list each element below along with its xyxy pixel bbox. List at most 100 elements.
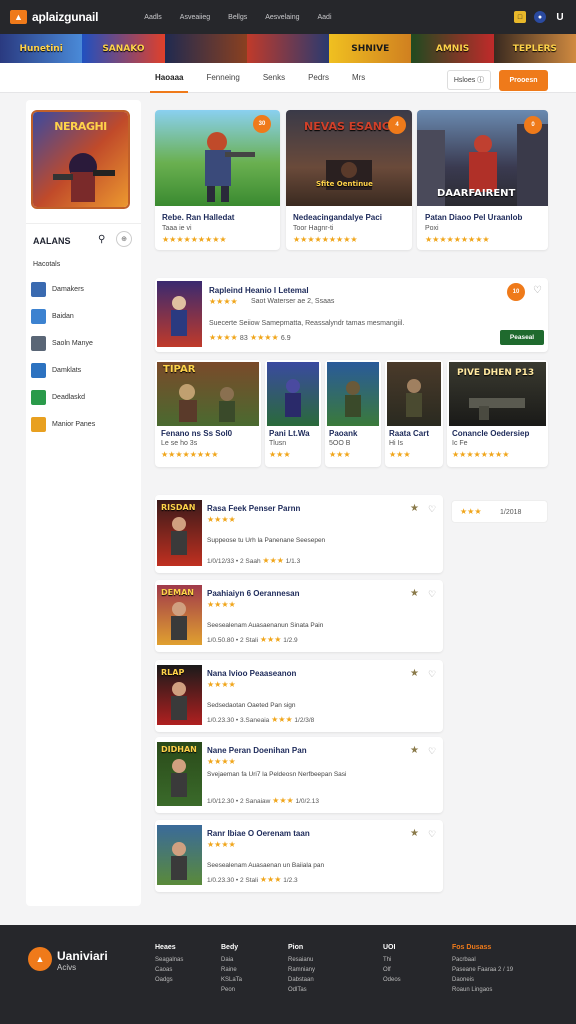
bookmark-star-icon[interactable]: ★ <box>410 668 419 679</box>
list-row[interactable]: RLAP Nana Ivioo Peaaseanon ★★★★ Sedsedaotan… <box>155 660 443 732</box>
tab-pedrs[interactable]: Pedrs <box>303 63 334 93</box>
sidebar-item[interactable]: Damakers <box>31 280 131 298</box>
list-row[interactable]: Ranr Ibiae O Oerenam taan ★★★★ Seesealenam… <box>155 820 443 892</box>
primary-button[interactable]: Prooesn <box>499 70 548 91</box>
tab-trending[interactable]: Fenneing <box>201 63 244 93</box>
game-card[interactable]: NEVAS ESANCE Sfite Oentinue 4 Nedeacinga… <box>286 110 412 250</box>
footer-link[interactable]: OdlTas <box>288 987 315 993</box>
bookmark-star-icon[interactable]: ★ <box>410 503 419 514</box>
footer-link[interactable]: Roaun Lingaos <box>452 987 513 993</box>
footer-link[interactable]: Raine <box>221 967 242 973</box>
list-row-meta: 1/0.23.30 • 2 Stali ★★★ 1/2.3 <box>207 875 298 884</box>
star-rating: ★★★★ <box>207 840 236 849</box>
heart-icon[interactable]: ♡ <box>428 589 436 600</box>
list-row-title: Paahiaiyn 6 Oerannesan <box>207 589 300 598</box>
footer-brand: Uaniviari <box>57 949 108 963</box>
list-row[interactable]: RISDAN Rasa Feek Penser Parnn ★★★★ Suppeose… <box>155 495 443 573</box>
heart-icon[interactable]: ♡ <box>428 669 436 680</box>
footer-link[interactable]: Paseane Faaraa 2 / 19 <box>452 967 513 973</box>
top-nav-item[interactable]: Aadls <box>144 14 162 21</box>
game-logo-sub: Sfite Oentinue <box>316 180 373 188</box>
sidebar-item[interactable]: Baidan <box>31 307 131 325</box>
list-row-num: 1/2.3 <box>283 877 298 884</box>
footer-link[interactable]: Peon <box>221 987 242 993</box>
footer-link[interactable]: Ramniany <box>288 967 315 973</box>
game-logo-text: DIDHAN <box>161 745 197 754</box>
heart-icon[interactable]: ♡ <box>428 504 436 515</box>
game-subtitle: 5OO B <box>329 440 351 447</box>
footer-link[interactable]: Daia <box>221 957 242 963</box>
sidebar-item[interactable]: Saoln Manye <box>31 334 131 352</box>
footer-link[interactable]: Oadgs <box>155 977 183 983</box>
footer-link[interactable]: Odeos <box>383 977 401 983</box>
game-title: Paoank <box>329 429 358 438</box>
bookmark-star-icon[interactable]: ★ <box>410 828 419 839</box>
logo[interactable]: ▲ aplaizgunail <box>10 10 98 24</box>
banner-segment: AMNIS <box>411 34 494 63</box>
rating-widget[interactable]: ★★★ 1/2018 <box>451 500 548 523</box>
top-nav-item[interactable]: Aesvelaing <box>265 14 299 21</box>
heart-icon[interactable]: ♡ <box>428 746 436 757</box>
top-nav-item[interactable]: Bellgs <box>228 14 247 21</box>
featured-row[interactable]: Rapleind Heanio I Letemal ★★★★ Saot Wate… <box>155 278 548 352</box>
heart-icon[interactable]: ♡ <box>533 285 542 296</box>
list-row[interactable]: DIDHAN Nane Peran Doenihan Pan ★★★★ Svejaem… <box>155 737 443 813</box>
search-icon[interactable]: ⚲ <box>98 234 105 245</box>
tab-mrs[interactable]: Mrs <box>347 63 370 93</box>
top-nav-item[interactable]: Aadi <box>317 14 331 21</box>
notification-icon[interactable]: □ <box>514 11 526 23</box>
list-row-date: 1/0.23.30 • 3.Saneaia <box>207 717 270 724</box>
heart-icon[interactable]: ♡ <box>428 829 436 840</box>
play-button[interactable]: Peaseal <box>500 330 544 345</box>
list-row-meta: 1/0.23.30 • 3.Saneaia ★★★ 1/2/3/8 <box>207 715 315 724</box>
filter-icon[interactable]: ⊕ <box>116 231 132 247</box>
footer-link[interactable]: Daoneis <box>452 977 513 983</box>
footer-link[interactable]: Seagalnas <box>155 957 183 963</box>
game-card[interactable]: Pani Lt.Wa Tlusn ★★★ <box>265 360 321 467</box>
sidebar-item[interactable]: Damklats <box>31 361 131 379</box>
tab-sales[interactable]: Senks <box>258 63 290 93</box>
footer-link[interactable]: Thi <box>383 957 401 963</box>
banner-segment <box>164 34 247 63</box>
footer-column: Fos Dusass Pacrbaal Paseane Faaraa 2 / 19 D… <box>452 944 513 997</box>
user-icon[interactable]: U <box>554 11 566 23</box>
tab-home[interactable]: Haoaaa <box>150 63 189 93</box>
banner-segment: TEPLERS <box>493 34 576 63</box>
bookmark-star-icon[interactable]: ★ <box>410 588 419 599</box>
globe-icon[interactable]: ● <box>534 11 546 23</box>
sidebar-item[interactable]: Manior Panes <box>31 415 131 433</box>
game-card[interactable]: 30 Rebe. Ran Halledat Taaa ie vi ★★★★★★★… <box>155 110 280 250</box>
logo-text: aplaizgunail <box>32 10 99 24</box>
game-subtitle: Ic Fe <box>452 440 468 447</box>
footer-link[interactable]: Caoas <box>155 967 183 973</box>
footer-column: Bedy Daia Raine KSLaTa Peon <box>221 944 242 997</box>
game-card[interactable]: PIVE DHEN P13 Conancle Oedersiep Ic Fe ★… <box>447 360 548 467</box>
footer-link[interactable]: Pacrbaal <box>452 957 513 963</box>
sidebar-item[interactable]: Deadlaskd <box>31 388 131 406</box>
game-card[interactable]: Paoank 5OO B ★★★ <box>325 360 381 467</box>
footer-column-heading: Pion <box>288 944 304 951</box>
footer-link[interactable]: KSLaTa <box>221 977 242 983</box>
footer-link[interactable]: Dabstaan <box>288 977 315 983</box>
top-nav-item[interactable]: Asveaiieg <box>180 14 210 21</box>
list-row-meta: 1/0/12/33 • 2 Saah ★★★ 1/1.3 <box>207 556 301 565</box>
footer-link[interactable]: Olf <box>383 967 401 973</box>
bookmark-star-icon[interactable]: ★ <box>410 745 419 756</box>
meta-score: 6.9 <box>280 335 291 342</box>
chevron-icon: ⓘ <box>477 77 485 84</box>
list-row-title: Nana Ivioo Peaaseanon <box>207 669 297 678</box>
list-row[interactable]: DEMAN Paahiaiyn 6 Oerannesan ★★★★ Seesealen… <box>155 580 443 652</box>
featured-row-image <box>157 281 202 347</box>
banner-segment: SHNIVE <box>329 34 412 63</box>
star-rating: ★★★★ <box>207 600 236 609</box>
game-art <box>171 842 187 880</box>
footer-link[interactable]: Resaianu <box>288 957 315 963</box>
game-card[interactable]: DAARFAIRENT 0 Patan Diaoo Pel Uraanlob P… <box>417 110 548 250</box>
category-icon <box>31 308 46 324</box>
game-card[interactable]: Raata Cart Hi Is ★★★ <box>385 360 443 467</box>
list-row-meta: 1/0/12.30 • 2 Sanaiaw ★★★ 1/0/2.13 <box>207 796 319 805</box>
game-card[interactable]: TIPAR Fenano ns Ss Sol0 Le se ho 3s ★★★★… <box>155 360 261 467</box>
secondary-button[interactable]: Hsloes ⓘ <box>447 70 491 90</box>
promo-banner[interactable]: Hunetini SANAKO SHNIVE AMNIS TEPLERS <box>0 34 576 63</box>
featured-game-image[interactable]: NERAGHI <box>31 110 130 209</box>
